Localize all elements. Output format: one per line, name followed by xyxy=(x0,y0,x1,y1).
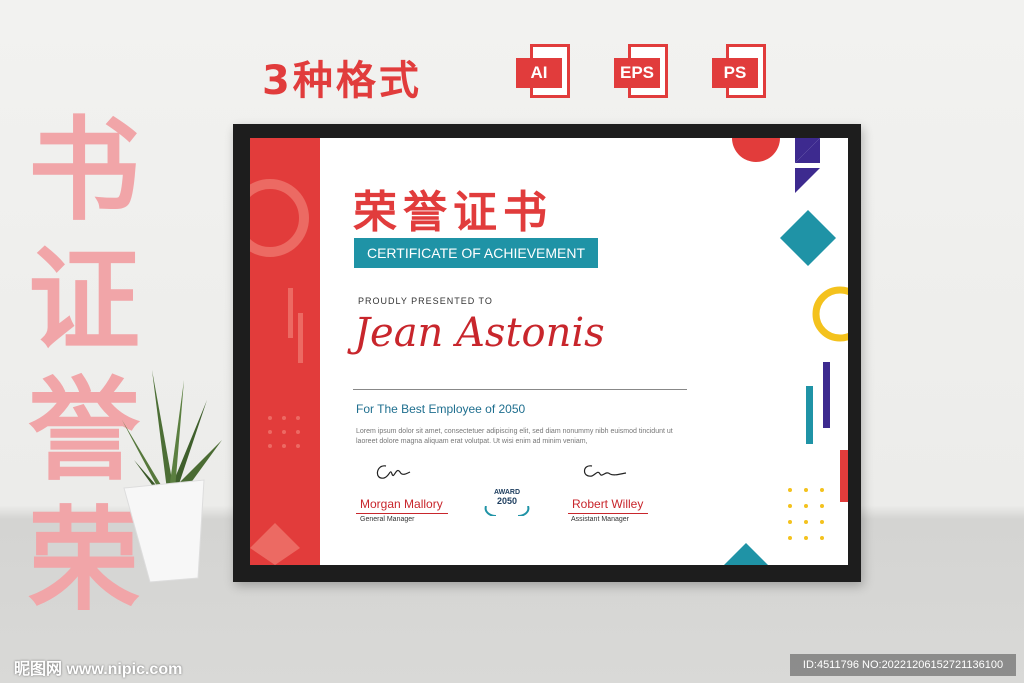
body-text: Lorem ipsum dolor sit amet, consectetuer… xyxy=(356,428,673,445)
award-badge: AWARD 2050 xyxy=(482,488,532,522)
id-watermark: ID:4511796 NO:20221206152721136100 xyxy=(790,654,1016,676)
red-side-band xyxy=(250,138,320,565)
signatory-1-role: General Manager xyxy=(360,516,415,523)
signature-2 xyxy=(583,465,627,477)
ai-file-icon: AI xyxy=(516,40,576,102)
signatory-2-name: Robert Willey xyxy=(572,497,644,511)
signature-1 xyxy=(376,465,411,479)
signature-line-1 xyxy=(356,513,448,514)
potted-plant xyxy=(112,360,224,590)
recipient-name: Jean Astonis xyxy=(354,310,605,356)
ps-file-icon: PS xyxy=(712,40,772,102)
geometric-decorations xyxy=(724,138,848,565)
certificate-subtitle-ribbon: CERTIFICATE OF ACHIEVEMENT xyxy=(354,238,598,268)
side-char-2: 证 xyxy=(28,236,140,366)
signatory-2-role: Assistant Manager xyxy=(571,516,629,523)
certificate-title-cn: 荣誉证书 xyxy=(353,187,553,238)
site-watermark: 昵图网 www.nipic.com xyxy=(14,661,183,678)
signature-line-2 xyxy=(568,513,648,514)
presented-label: PROUDLY PRESENTED TO xyxy=(358,296,493,306)
award-reason: For The Best Employee of 2050 xyxy=(356,402,526,416)
eps-file-icon: EPS xyxy=(614,40,674,102)
formats-headline: 3种格式 xyxy=(262,58,422,104)
side-char-1: 书 xyxy=(28,106,140,236)
signatory-1-name: Morgan Mallory xyxy=(360,497,443,511)
certificate-paper: 荣誉证书 CERTIFICATE OF ACHIEVEMENT PROUDLY … xyxy=(250,138,848,565)
name-underline xyxy=(353,389,687,390)
